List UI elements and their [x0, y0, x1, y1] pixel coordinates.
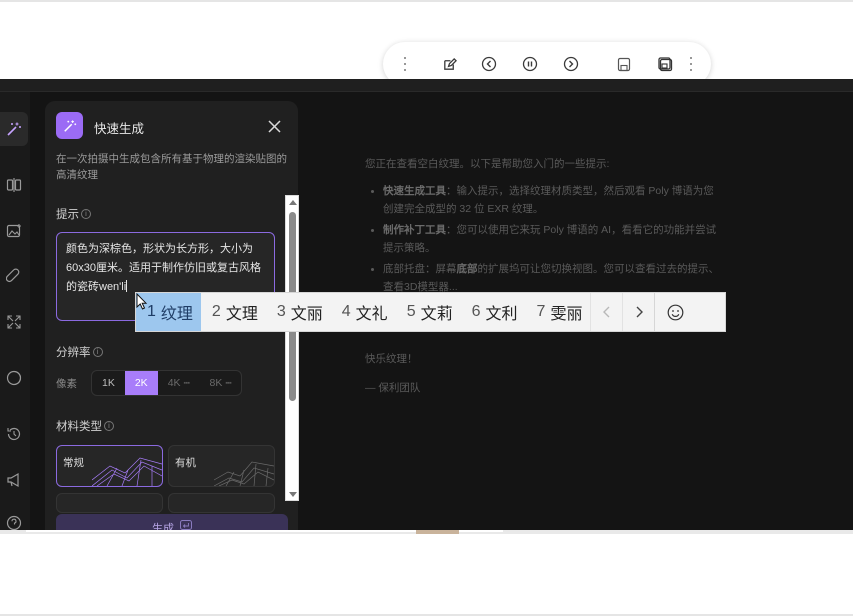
resolution-label: 分辨率 i — [56, 344, 103, 360]
ime-prev-page-icon[interactable] — [590, 293, 622, 331]
tips-signature: — 保利团队 — [365, 382, 421, 394]
scroll-up-icon[interactable] — [289, 200, 297, 205]
ime-candidate-6[interactable]: 6 文利 — [461, 293, 526, 331]
edit-icon[interactable] — [439, 54, 459, 74]
emoji-icon[interactable] — [654, 293, 696, 331]
tip-bottom-tray: 底部托盘：屏幕底部的扩展坞可让您切换视图。您可以查看过去的提示、查看3D模型器.… — [365, 260, 720, 296]
ime-candidate-2[interactable]: 2 文理 — [201, 293, 266, 331]
panel-title: 快速生成 — [94, 122, 145, 136]
pro-badge-icon: ▪▪▪ — [225, 379, 232, 387]
sphere-icon[interactable] — [0, 361, 28, 395]
resolution-label-text: 分辨率 — [56, 347, 91, 359]
ime-candidate-7[interactable]: 7 雯丽 — [526, 293, 591, 331]
resolution-row: 像素 1K 2K 4K ▪▪▪ 8K ▪▪▪ — [56, 370, 276, 396]
generate-label: 生成 — [152, 523, 174, 530]
tips-intro: 您正在查看空白纹理。以下是帮助您入门的一些提示: — [365, 158, 610, 170]
more-icon[interactable] — [688, 57, 694, 71]
window-edge — [0, 0, 853, 2]
wireframe-icon — [92, 457, 162, 486]
material-card-label: 常规 — [63, 457, 84, 469]
scroll-down-icon[interactable] — [289, 492, 297, 497]
resolution-option-2k[interactable]: 2K — [124, 371, 158, 395]
screen: 快速生成 在一次拍摄中生成包含所有基于物理的渲染贴图的高清纹理 提示 i 颜色为… — [0, 0, 853, 616]
previous-icon[interactable] — [479, 54, 499, 74]
app-header-bar — [0, 79, 853, 92]
material-card-regular[interactable]: 常规 — [56, 445, 163, 487]
resolution-option-4k[interactable]: 4K ▪▪▪ — [158, 371, 200, 395]
wireframe-icon — [214, 461, 274, 486]
material-card-label: 有机 — [175, 457, 196, 469]
panel-description: 在一次拍摄中生成包含所有基于物理的渲染贴图的高清纹理 — [56, 153, 287, 181]
bottom-tray-edge — [0, 530, 853, 534]
text-caret — [126, 280, 128, 292]
close-icon[interactable] — [266, 118, 282, 134]
ime-candidate-3[interactable]: 3 文丽 — [266, 293, 331, 331]
canvas-tips: 您正在查看空白纹理。以下是帮助您入门的一些提示: 快速生成工具：输入提示，选择纹… — [365, 155, 720, 397]
material-label-text: 材料类型 — [56, 421, 102, 433]
ime-candidate-4[interactable]: 4 文礼 — [331, 293, 396, 331]
resolution-prefix: 像素 — [56, 377, 77, 390]
tip-quick-generate: 快速生成工具：输入提示，选择纹理材质类型，然后观看 Poly 博语为您创建完全成… — [365, 182, 720, 218]
help-icon[interactable] — [0, 506, 28, 530]
save-all-icon[interactable] — [655, 54, 675, 74]
patch-icon[interactable] — [0, 259, 28, 293]
more-icon[interactable] — [402, 57, 408, 71]
tips-closing: 快乐纹理！ — [365, 353, 418, 365]
material-card-organic[interactable]: 有机 — [168, 445, 275, 487]
tip-patch-tool: 制作补丁工具：您可以使用它来玩 Poly 博语的 AI，看看它的功能并尝试提示策… — [365, 221, 720, 257]
info-icon[interactable]: i — [92, 347, 103, 357]
panel-scrollbar[interactable] — [285, 195, 299, 501]
ime-candidate-bar: 1 纹理 2 文理 3 文丽 4 文礼 5 文莉 6 文利 7 雯丽 — [135, 292, 726, 332]
info-icon[interactable]: i — [81, 209, 91, 219]
resolution-option-1k[interactable]: 1K — [92, 371, 125, 395]
prompt-label: 提示 i — [56, 206, 91, 222]
resolution-option-8k[interactable]: 8K ▪▪▪ — [199, 371, 241, 395]
announcement-icon[interactable] — [0, 463, 28, 497]
resolution-selector: 1K 2K 4K ▪▪▪ 8K ▪▪▪ — [91, 370, 243, 396]
expand-icon[interactable] — [0, 305, 28, 339]
pause-icon[interactable] — [520, 54, 540, 74]
pro-badge-icon: ▪▪▪ — [183, 379, 190, 387]
tool-rail — [0, 92, 30, 530]
image-upload-icon[interactable] — [0, 214, 28, 248]
history-icon[interactable] — [0, 417, 28, 451]
ime-candidate-5[interactable]: 5 文莉 — [396, 293, 461, 331]
save-icon[interactable] — [614, 54, 634, 74]
ime-next-page-icon[interactable] — [622, 293, 654, 331]
enter-icon — [180, 520, 192, 530]
info-icon[interactable]: i — [104, 421, 114, 431]
generate-button[interactable]: 生成 — [56, 514, 288, 530]
magic-wand-icon[interactable] — [0, 112, 28, 146]
prompt-text: 颜色为深棕色，形状为长方形，大小为60x30厘米。适用于制作仿旧或复古风格的瓷砖… — [66, 243, 261, 293]
material-card[interactable] — [168, 493, 275, 513]
prompt-label-text: 提示 — [56, 209, 79, 221]
mouse-cursor-icon — [136, 293, 148, 310]
tips-list: 快速生成工具：输入提示，选择纹理材质类型，然后观看 Poly 博语为您创建完全成… — [365, 182, 720, 296]
next-icon[interactable] — [561, 54, 581, 74]
material-type-label: 材料类型 i — [56, 418, 114, 434]
compare-icon[interactable] — [0, 168, 28, 202]
magic-wand-icon — [56, 112, 83, 139]
material-card[interactable] — [56, 493, 163, 513]
